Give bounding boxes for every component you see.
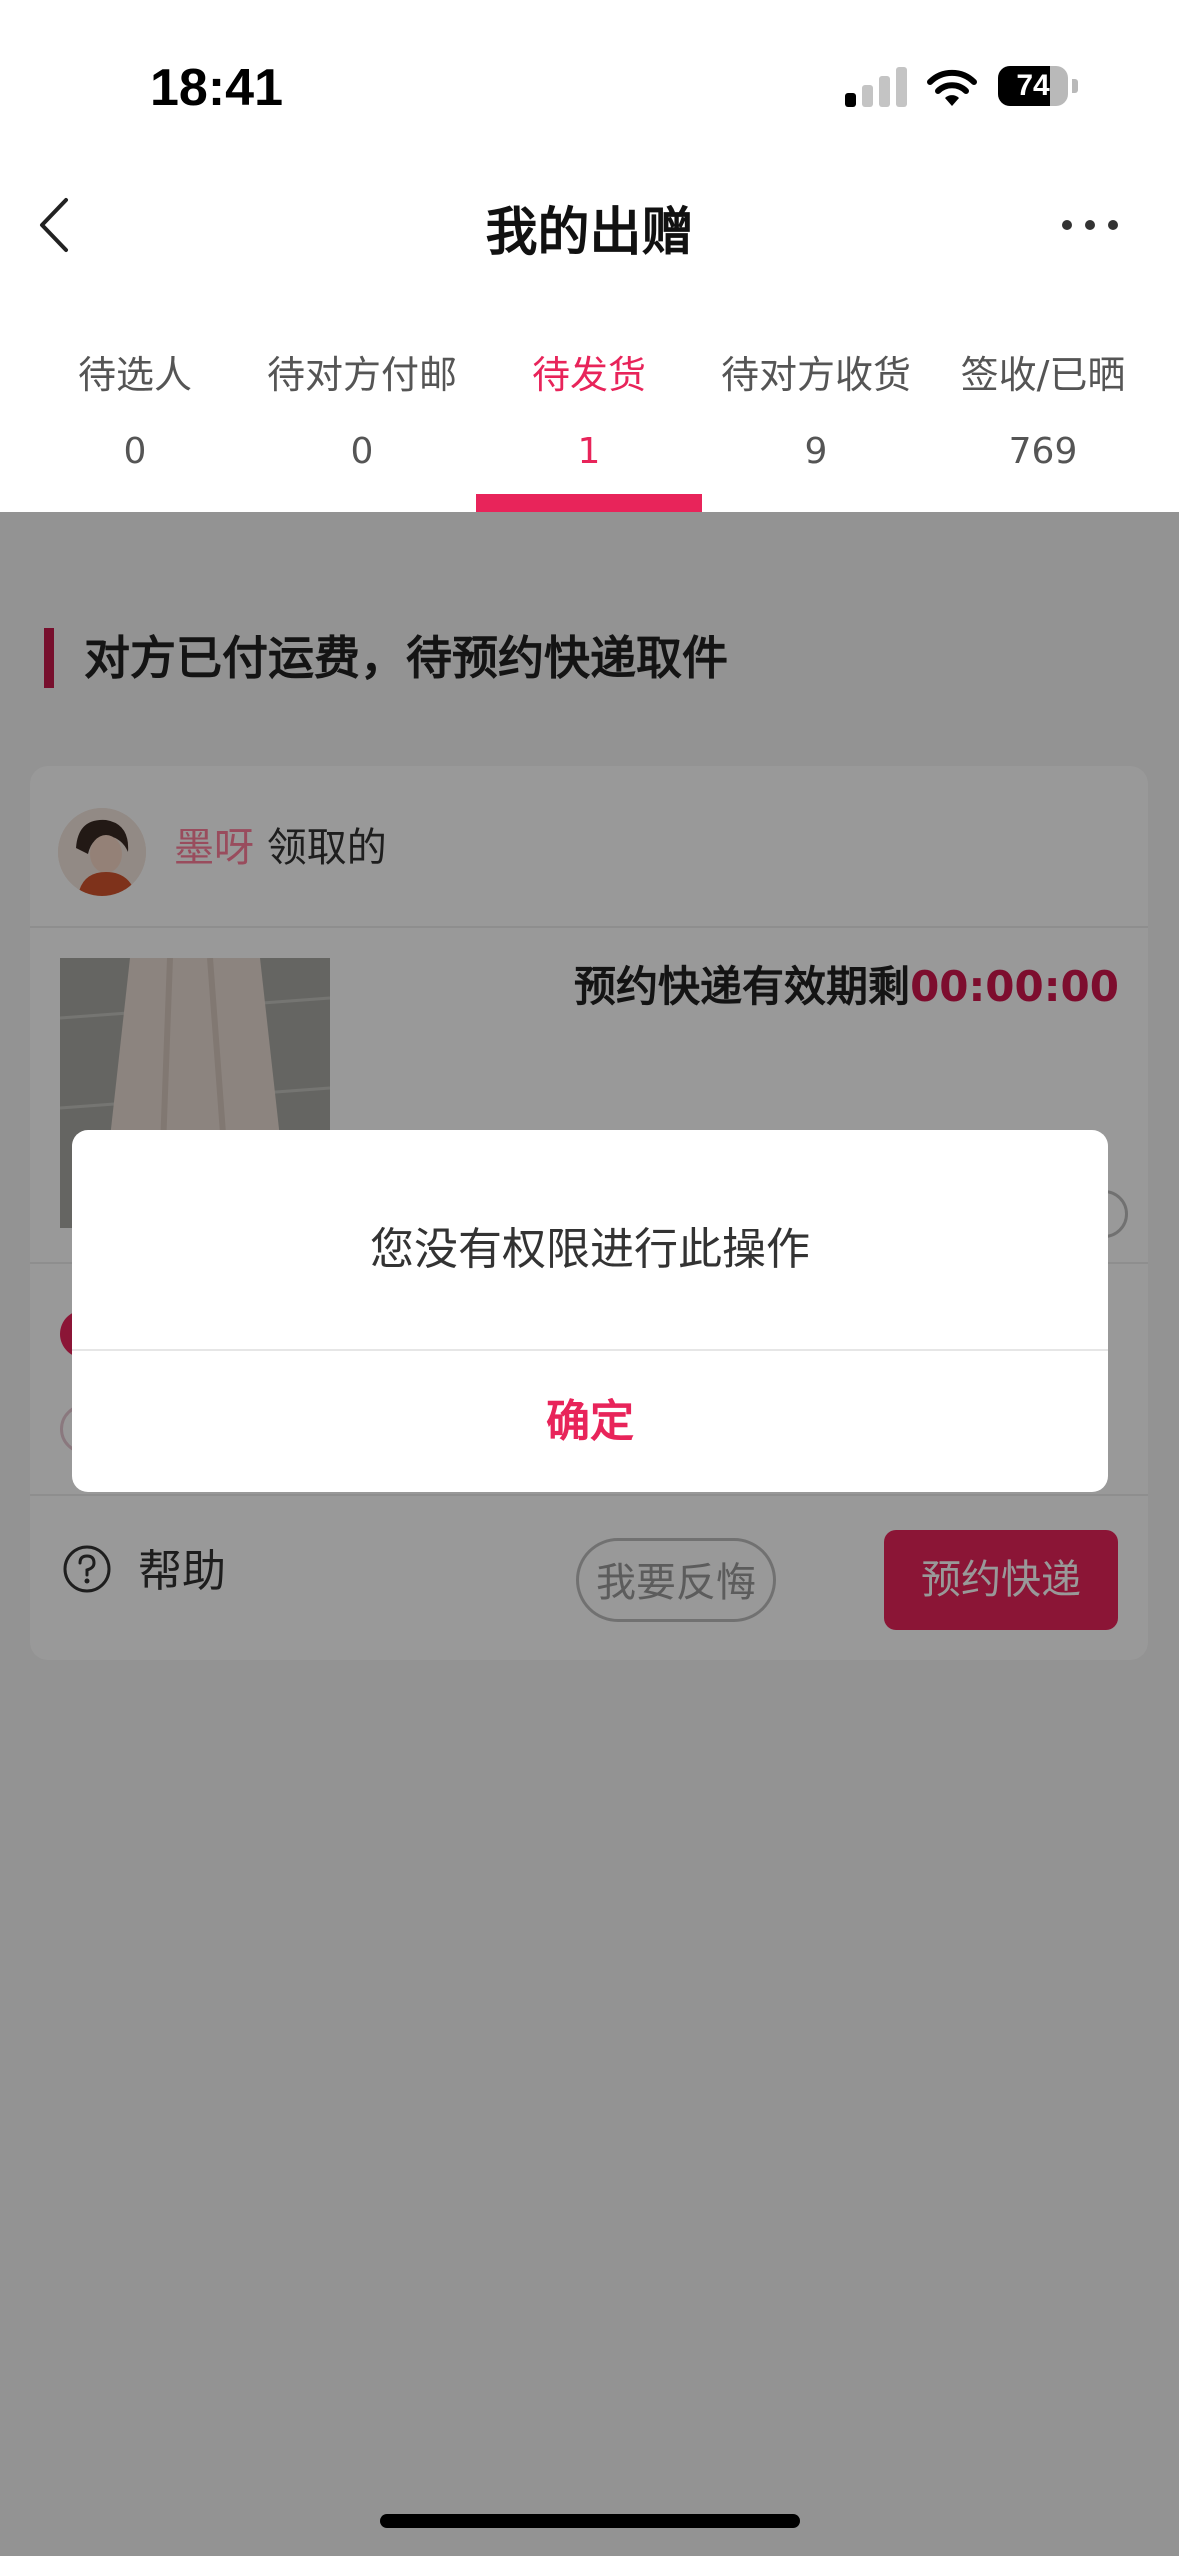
page-title: 我的出赠 [485, 203, 694, 263]
tab-count: 1 [577, 431, 601, 472]
tab-label: 待对方付邮 [266, 353, 457, 397]
modal-overlay[interactable] [0, 512, 1179, 2556]
tab-count: 0 [123, 431, 147, 472]
wifi-icon [927, 69, 977, 106]
home-indicator[interactable] [380, 2514, 800, 2528]
battery-level: 74 [1016, 69, 1050, 102]
tab-label: 签收/已晒 [960, 353, 1126, 397]
tab-pending-receive[interactable]: 待对方收货 9 [703, 345, 929, 477]
tab-pending-postage[interactable]: 待对方付邮 0 [249, 345, 475, 477]
tab-signed-shared[interactable]: 签收/已晒 769 [930, 345, 1156, 477]
alert-dialog: 您没有权限进行此操作 确定 [72, 1130, 1108, 1492]
tab-label: 待发货 [531, 353, 646, 397]
dialog-message: 您没有权限进行此操作 [370, 1224, 810, 1275]
confirm-button[interactable]: 确定 [72, 1351, 1108, 1492]
status-time: 18:41 [150, 59, 283, 117]
battery-icon: 74 [998, 66, 1078, 106]
active-tab-indicator [476, 494, 702, 512]
tab-count: 0 [350, 431, 374, 472]
tab-label: 待选人 [77, 353, 192, 397]
tab-count: 9 [804, 431, 828, 472]
tab-count: 769 [1008, 431, 1078, 472]
cellular-signal-icon [845, 65, 907, 107]
tab-pending-ship[interactable]: 待发货 1 [476, 345, 702, 477]
more-options-icon[interactable] [1055, 195, 1125, 255]
tab-label: 待对方收货 [720, 353, 911, 397]
tab-pending-select[interactable]: 待选人 0 [22, 345, 248, 477]
